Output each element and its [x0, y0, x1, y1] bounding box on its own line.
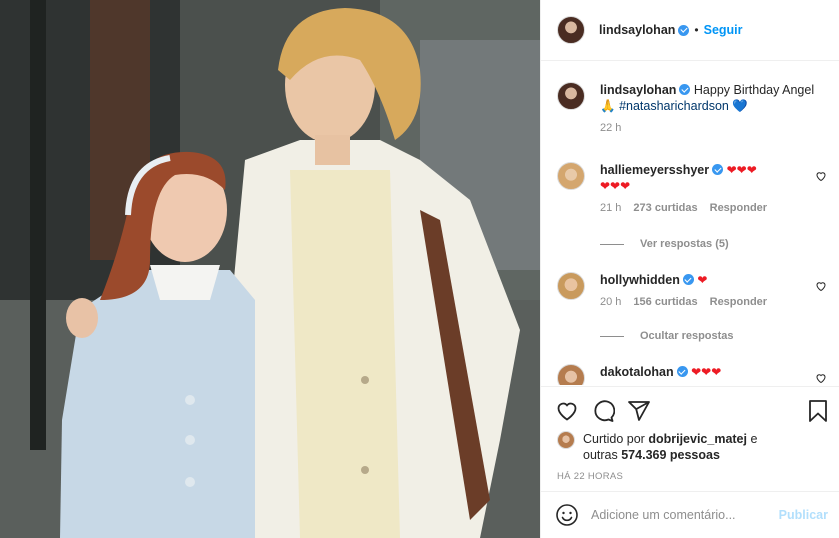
hide-replies-label[interactable]: Ocultar respostas	[640, 330, 734, 342]
verified-badge-icon	[678, 24, 690, 36]
comment-time[interactable]: 21 h	[600, 202, 621, 214]
post-timestamp[interactable]: Há 22 horas	[557, 471, 623, 482]
add-comment-bar: Publicar	[541, 491, 839, 538]
verified-badge-icon	[676, 366, 688, 377]
avatar[interactable]	[557, 16, 585, 44]
header-separator: •	[694, 23, 699, 37]
comment-meta: 21 h 273 curtidas Responder	[600, 202, 827, 214]
comment-like-heart-icon[interactable]	[815, 170, 827, 182]
thread-line	[600, 335, 624, 337]
likes-summary: Curtido por dobrijevic_matej e outras 57…	[557, 431, 783, 463]
bookmark-icon[interactable]	[806, 399, 830, 423]
post-photo[interactable]	[0, 0, 540, 538]
caption-time[interactable]: 22 h	[600, 122, 621, 134]
comment-like-heart-icon[interactable]	[815, 372, 827, 384]
view-replies-button[interactable]: Ver respostas (5)	[600, 238, 729, 250]
comment-body: hollywhidden ❤	[600, 272, 827, 288]
verified-badge-icon	[712, 164, 724, 175]
instagram-post: lindsaylohan • Seguir lindsaylohan Happy…	[0, 0, 839, 538]
follow-button[interactable]: Seguir	[704, 23, 743, 37]
comment-time[interactable]: 20 h	[600, 296, 621, 308]
hide-replies-button[interactable]: Ocultar respostas	[600, 330, 734, 342]
caption-username[interactable]: lindsaylohan	[600, 83, 676, 97]
comment-username[interactable]: dakotalohan	[600, 365, 674, 379]
comment-likes[interactable]: 273 curtidas	[633, 202, 697, 214]
blue-heart-emoji: 💙	[732, 99, 748, 113]
avatar[interactable]	[557, 272, 585, 300]
reply-button[interactable]: Responder	[710, 296, 767, 308]
hearts-emoji: ❤❤❤	[691, 365, 722, 379]
comment-icon[interactable]	[591, 399, 615, 423]
photo-illustration	[0, 0, 540, 538]
likes-prefix: Curtido por	[583, 432, 645, 446]
post-header: lindsaylohan • Seguir	[541, 0, 839, 61]
hearts-emoji: ❤❤❤	[726, 163, 757, 177]
avatar[interactable]	[557, 82, 585, 110]
share-icon[interactable]	[627, 399, 651, 423]
header-username[interactable]: lindsaylohan	[599, 23, 675, 37]
verified-badge-icon	[682, 274, 694, 285]
likes-count-prefix: outras	[583, 448, 618, 462]
publish-button[interactable]: Publicar	[779, 508, 828, 522]
comment-body: halliemeyersshyer ❤❤❤ ❤❤❤	[600, 162, 827, 194]
view-replies-label[interactable]: Ver respostas (5)	[640, 238, 729, 250]
comment-meta: 20 h 156 curtidas Responder	[600, 296, 827, 308]
avatar[interactable]	[557, 431, 575, 449]
comment-likes[interactable]: 156 curtidas	[633, 296, 697, 308]
comment-input[interactable]	[591, 508, 771, 522]
comment-item: hollywhidden ❤ 20 h 156 curtidas Respond…	[557, 272, 827, 308]
hearts-emoji: ❤❤❤	[600, 179, 631, 193]
post-sidebar: lindsaylohan • Seguir lindsaylohan Happy…	[540, 0, 839, 538]
verified-badge-icon	[679, 84, 691, 95]
hearts-emoji: ❤	[697, 273, 708, 287]
comment-like-heart-icon[interactable]	[815, 280, 827, 292]
liked-by-user[interactable]: dobrijevic_matej	[648, 432, 747, 446]
comment-item: halliemeyersshyer ❤❤❤ ❤❤❤ 21 h 273 curti…	[557, 162, 827, 214]
caption-body: lindsaylohan Happy Birthday Angel 🙏 #nat…	[600, 82, 827, 114]
reply-button[interactable]: Responder	[710, 202, 767, 214]
likes-middle: e	[750, 432, 758, 446]
post-actions: Curtido por dobrijevic_matej e outras 57…	[541, 386, 839, 498]
heart-icon[interactable]	[555, 399, 579, 423]
caption-hashtag[interactable]: #natasharichardson	[619, 99, 729, 113]
comment-username[interactable]: hollywhidden	[600, 273, 680, 287]
caption-meta: 22 h	[600, 122, 827, 134]
praying-hands-emoji: 🙏	[600, 99, 616, 113]
caption-text: Happy Birthday Angel	[693, 83, 815, 97]
comment-username[interactable]: halliemeyersshyer	[600, 163, 709, 177]
caption: lindsaylohan Happy Birthday Angel 🙏 #nat…	[557, 82, 827, 134]
likes-text: Curtido por dobrijevic_matej e outras 57…	[583, 431, 783, 463]
avatar[interactable]	[557, 364, 585, 385]
action-icons	[555, 399, 830, 425]
likes-count[interactable]: 574.369 pessoas	[621, 448, 720, 462]
comment-body: dakotalohan ❤❤❤	[600, 364, 827, 380]
thread-line	[600, 243, 624, 245]
comments-list[interactable]: lindsaylohan Happy Birthday Angel 🙏 #nat…	[541, 62, 839, 385]
comment-item: dakotalohan ❤❤❤	[557, 364, 827, 385]
avatar[interactable]	[557, 162, 585, 190]
emoji-icon[interactable]	[555, 503, 579, 527]
